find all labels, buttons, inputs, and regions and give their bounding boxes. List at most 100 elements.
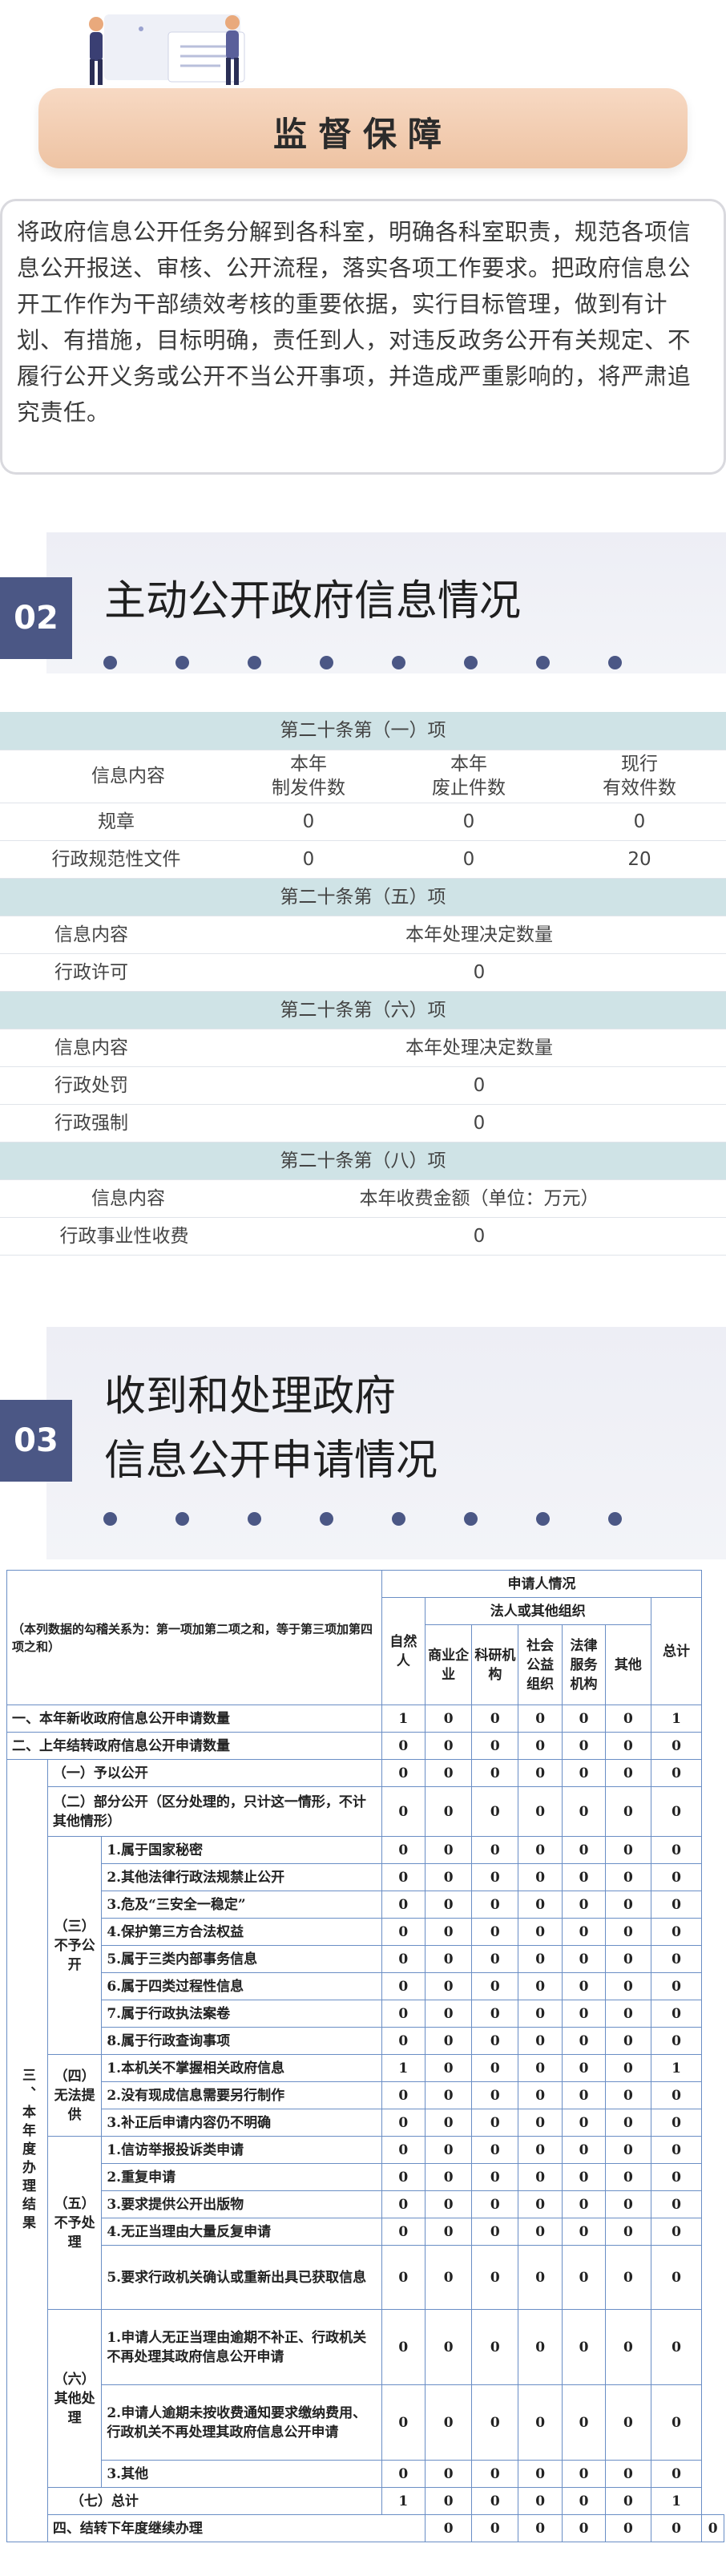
count-cell: 0 xyxy=(561,2218,607,2246)
count-cell: 0 xyxy=(425,1918,473,1946)
count-cell: 1 xyxy=(650,2487,703,2515)
count-cell: 0 xyxy=(518,2054,563,2082)
count-cell: 0 xyxy=(561,2309,607,2385)
count-cell: 0 xyxy=(561,2054,607,2082)
count-cell: 0 xyxy=(605,2245,651,2310)
count-cell: 0 xyxy=(425,2190,473,2218)
count-cell: 0 xyxy=(425,2000,473,2028)
count-cell: 0 xyxy=(561,1705,607,1733)
count-cell: 1 xyxy=(650,1705,703,1733)
count-cell: 0 xyxy=(518,2514,563,2542)
application-handling-table: （本列数据的勾稽关系为：第一项加第二项之和，等于第三项加第四项之和） 申请人情况… xyxy=(6,1570,724,2542)
count-cell: 0 xyxy=(518,1705,563,1733)
count-cell: 0 xyxy=(381,1732,426,1760)
count-cell: 0 xyxy=(650,2460,703,2488)
count-cell: 0 xyxy=(471,2054,519,2082)
count-cell: 0 xyxy=(471,1759,519,1787)
count-cell: 0 xyxy=(650,2514,703,2542)
table-row: 规章 0 0 0 xyxy=(0,803,726,841)
count-cell: 0 xyxy=(561,2027,607,2055)
count-cell: 0 xyxy=(471,1836,519,1864)
decor-dot xyxy=(464,1512,478,1526)
count-cell: 0 xyxy=(561,2460,607,2488)
table-row: 行政事业性收费 0 xyxy=(0,1217,726,1256)
count-cell: 0 xyxy=(561,2163,607,2191)
count-cell: 0 xyxy=(381,1945,426,1973)
count-cell: 0 xyxy=(605,2218,651,2246)
supervision-text-card: 将政府信息公开任务分解到各科室，明确各科室职责，规范各项信息公开报送、审核、公开… xyxy=(0,199,726,475)
count-cell: 0 xyxy=(605,2460,651,2488)
count-cell: 1 xyxy=(381,2054,426,2082)
decor-dot xyxy=(392,1512,405,1526)
table-group-header: 第二十条第（五）项 xyxy=(0,878,726,916)
count-cell: 0 xyxy=(425,2163,473,2191)
count-cell: 0 xyxy=(650,1972,703,2000)
decor-dot xyxy=(392,656,405,669)
count-cell: 0 xyxy=(518,2460,563,2488)
count-cell: 0 xyxy=(650,2000,703,2028)
count-cell: 0 xyxy=(425,2384,473,2461)
count-cell: 0 xyxy=(605,2163,651,2191)
count-cell: 0 xyxy=(518,1891,563,1919)
count-cell: 0 xyxy=(650,1863,703,1891)
count-cell: 0 xyxy=(561,1891,607,1919)
count-cell: 0 xyxy=(381,1836,426,1864)
count-cell: 0 xyxy=(650,1891,703,1919)
count-cell: 0 xyxy=(561,1972,607,2000)
decor-dot xyxy=(320,1512,333,1526)
count-cell: 0 xyxy=(561,2384,607,2461)
count-cell: 0 xyxy=(605,2514,651,2542)
section-title: 监督保障 xyxy=(272,115,453,154)
count-cell: 0 xyxy=(381,2000,426,2028)
table-group-header: 第二十条第（八）项 xyxy=(0,1142,726,1180)
header-illustration xyxy=(72,8,256,88)
count-cell: 0 xyxy=(471,2487,519,2515)
count-cell: 0 xyxy=(425,1863,473,1891)
table-row: 行政处罚 0 xyxy=(0,1066,726,1105)
count-cell: 0 xyxy=(471,2460,519,2488)
count-cell: 0 xyxy=(518,1863,563,1891)
decor-dot xyxy=(320,656,333,669)
count-cell: 0 xyxy=(425,1836,473,1864)
count-cell: 0 xyxy=(561,2000,607,2028)
count-cell: 0 xyxy=(605,2384,651,2461)
count-cell: 0 xyxy=(425,2309,473,2385)
count-cell: 0 xyxy=(471,2218,519,2246)
count-cell: 0 xyxy=(425,1972,473,2000)
count-cell: 0 xyxy=(561,2514,607,2542)
count-cell: 0 xyxy=(425,1891,473,1919)
count-cell: 0 xyxy=(381,2309,426,2385)
count-cell: 0 xyxy=(381,2109,426,2137)
count-cell: 0 xyxy=(518,2163,563,2191)
count-cell: 0 xyxy=(425,1759,473,1787)
count-cell: 0 xyxy=(605,1786,651,1837)
count-cell: 1 xyxy=(650,2054,703,2082)
decor-dot xyxy=(608,1512,622,1526)
count-cell: 0 xyxy=(471,2190,519,2218)
count-cell: 0 xyxy=(381,2163,426,2191)
count-cell: 0 xyxy=(471,2384,519,2461)
section-heading-line2: 信息公开申请情况 xyxy=(104,1437,438,1485)
count-cell: 0 xyxy=(381,1786,426,1837)
count-cell: 0 xyxy=(381,2136,426,2164)
count-cell: 0 xyxy=(650,2245,703,2310)
count-cell: 0 xyxy=(605,1863,651,1891)
section-number: 02 xyxy=(0,577,72,659)
count-cell: 0 xyxy=(650,2163,703,2191)
decor-dot xyxy=(464,656,478,669)
count-cell: 0 xyxy=(605,1705,651,1733)
table-row: 行政强制 0 xyxy=(0,1104,726,1142)
table-group-header: 第二十条第（六）项 xyxy=(0,991,726,1029)
count-cell: 0 xyxy=(561,2109,607,2137)
count-cell: 0 xyxy=(518,2384,563,2461)
decor-dot xyxy=(536,1512,550,1526)
count-cell: 0 xyxy=(605,2309,651,2385)
count-cell: 0 xyxy=(561,1786,607,1837)
count-cell: 0 xyxy=(518,1786,563,1837)
count-cell: 0 xyxy=(561,1836,607,1864)
count-cell: 0 xyxy=(471,2514,519,2542)
count-cell: 0 xyxy=(561,1918,607,1946)
count-cell: 0 xyxy=(425,2245,473,2310)
count-cell: 0 xyxy=(381,1863,426,1891)
count-cell: 0 xyxy=(561,2190,607,2218)
